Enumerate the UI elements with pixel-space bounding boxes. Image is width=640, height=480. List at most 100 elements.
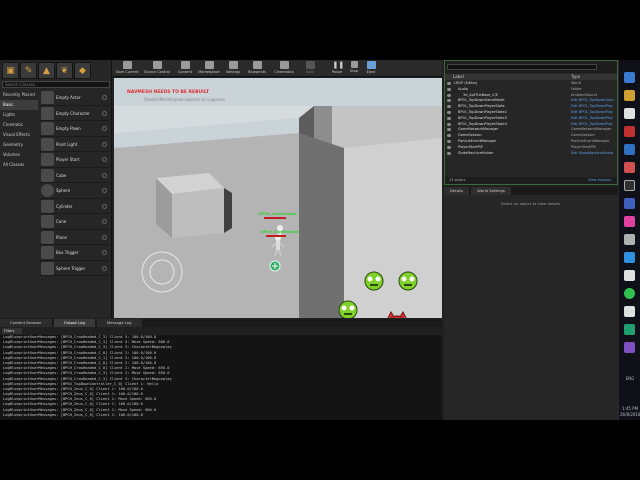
media-icon[interactable] bbox=[624, 162, 635, 173]
visibility-eye-icon[interactable] bbox=[447, 87, 451, 91]
category-item[interactable]: Geometry bbox=[0, 140, 38, 150]
mail-icon[interactable] bbox=[624, 126, 635, 137]
chrome-icon[interactable] bbox=[624, 198, 635, 209]
visibility-eye-icon[interactable] bbox=[447, 111, 451, 114]
build-button[interactable]: Build bbox=[302, 61, 318, 76]
category-item[interactable]: Visual Effects bbox=[0, 130, 38, 140]
pause-button[interactable]: ❚❚ Pause bbox=[330, 61, 344, 76]
visual-studio-icon[interactable] bbox=[624, 342, 635, 353]
cinematics-button[interactable]: Cinematics bbox=[272, 61, 296, 76]
store-icon[interactable] bbox=[624, 108, 635, 119]
tab-message-log[interactable]: Message Log bbox=[96, 319, 142, 327]
tab-output-log[interactable]: Output Log bbox=[53, 319, 95, 327]
info-icon[interactable] bbox=[102, 250, 107, 255]
level-viewport[interactable]: NAVMESH NEEDS TO BE REBUILT Shader/Mesh/… bbox=[114, 78, 442, 318]
document-icon[interactable] bbox=[624, 270, 635, 281]
info-icon[interactable] bbox=[102, 219, 107, 224]
placeable-item[interactable]: Empty Actor bbox=[40, 90, 110, 106]
visibility-eye-icon[interactable] bbox=[447, 145, 451, 149]
class-search-input[interactable]: Search Classes bbox=[2, 81, 110, 88]
content-button[interactable]: Content bbox=[176, 61, 194, 76]
visibility-eye-icon[interactable] bbox=[447, 128, 451, 132]
category-item[interactable]: Basic bbox=[0, 100, 38, 110]
eject-button[interactable]: Eject bbox=[364, 61, 378, 76]
filters-dropdown[interactable]: Filters bbox=[2, 328, 22, 334]
placeable-item[interactable]: Cylinder bbox=[40, 199, 110, 214]
visibility-eye-icon[interactable] bbox=[447, 134, 451, 138]
type-column-header[interactable]: Type bbox=[571, 74, 580, 80]
visibility-eye-icon[interactable] bbox=[447, 93, 451, 97]
visibility-eye-icon[interactable] bbox=[447, 116, 451, 120]
tab-details[interactable]: Details bbox=[444, 187, 470, 195]
sphere-thumbnail-icon bbox=[41, 184, 54, 197]
info-icon[interactable] bbox=[102, 157, 107, 162]
info-icon[interactable] bbox=[102, 265, 107, 271]
placeable-item[interactable]: Box Trigger bbox=[40, 245, 110, 261]
taskbar-clock[interactable]: 1:45 PM bbox=[620, 406, 640, 411]
pawn-thumbnail-icon bbox=[41, 122, 54, 135]
info-icon[interactable] bbox=[102, 172, 107, 178]
source-control-button[interactable]: Source Control bbox=[142, 61, 172, 76]
stop-button[interactable]: Stop bbox=[348, 61, 360, 76]
info-icon[interactable] bbox=[102, 126, 107, 131]
placeable-item[interactable]: Player Start bbox=[40, 152, 110, 168]
taskbar-language[interactable]: ENG bbox=[620, 376, 640, 381]
placeable-item[interactable]: Empty Character bbox=[40, 106, 110, 121]
info-icon[interactable] bbox=[102, 141, 107, 147]
outliner-search-input[interactable] bbox=[447, 64, 597, 70]
info-icon[interactable] bbox=[102, 203, 107, 209]
terminal-icon[interactable] bbox=[624, 180, 635, 191]
settings-icon[interactable] bbox=[624, 234, 635, 245]
blueprint-icon bbox=[252, 61, 262, 69]
placeable-item[interactable]: Empty Pawn bbox=[40, 121, 110, 137]
marketplace-button[interactable]: Marketplace bbox=[196, 61, 222, 76]
placeable-item[interactable]: Point Light bbox=[40, 137, 110, 152]
outlook-icon[interactable] bbox=[624, 252, 635, 263]
category-item[interactable]: All Classes bbox=[0, 160, 38, 170]
category-item[interactable]: Cinematic bbox=[0, 120, 38, 130]
category-item[interactable]: Volumes bbox=[0, 150, 38, 160]
unreal-icon[interactable] bbox=[624, 306, 635, 317]
placeable-item[interactable]: Cube bbox=[40, 168, 110, 183]
spotify-icon[interactable] bbox=[624, 288, 635, 299]
place-mode-icon[interactable]: ▣ bbox=[2, 62, 19, 79]
visibility-eye-icon[interactable] bbox=[447, 99, 451, 103]
label-column-header[interactable]: Label bbox=[453, 74, 464, 80]
placeable-item[interactable]: Sphere Trigger bbox=[40, 261, 110, 276]
visibility-eye-icon[interactable] bbox=[447, 105, 451, 109]
taskbar-date[interactable]: 26/8/2018 bbox=[620, 412, 640, 417]
outliner-row[interactable]: StateMachineHolder Edit StateMachineHolde bbox=[445, 151, 617, 157]
info-icon[interactable] bbox=[102, 110, 107, 116]
foliage-mode-icon[interactable]: ❦ bbox=[56, 62, 73, 79]
app-icon-2[interactable] bbox=[624, 324, 635, 335]
settings-button[interactable]: Settings bbox=[224, 61, 242, 76]
geometry-mode-icon[interactable]: ◆ bbox=[74, 62, 91, 79]
actor-type[interactable]: Edit StateMachineHolde bbox=[571, 151, 613, 157]
emoji-smiley-3 bbox=[338, 300, 358, 318]
app-icon[interactable] bbox=[624, 144, 635, 155]
paint-icon[interactable] bbox=[624, 216, 635, 227]
folder-icon[interactable] bbox=[624, 90, 635, 101]
tab-world-settings[interactable]: World Settings bbox=[471, 187, 511, 195]
visibility-eye-icon[interactable] bbox=[447, 140, 451, 143]
category-item[interactable]: Recently Placed bbox=[0, 90, 38, 100]
category-item[interactable]: Lights bbox=[0, 110, 38, 120]
output-log[interactable]: LogBlueprintUserMessages: [BPCH_CrowHead… bbox=[0, 335, 442, 420]
visibility-eye-icon[interactable] bbox=[447, 122, 451, 126]
info-icon[interactable] bbox=[102, 95, 107, 100]
placeable-item[interactable]: Sphere bbox=[40, 183, 110, 199]
landscape-mode-icon[interactable]: ▲ bbox=[38, 62, 55, 79]
visibility-eye-icon[interactable] bbox=[447, 82, 451, 85]
visibility-eye-icon[interactable] bbox=[447, 151, 451, 155]
view-options-button[interactable]: View Options bbox=[588, 177, 611, 184]
tab-content-browser[interactable]: Content Browser bbox=[0, 319, 52, 327]
placeable-item[interactable]: Plane bbox=[40, 230, 110, 245]
clapper-icon bbox=[279, 61, 289, 69]
save-current-button[interactable]: Save Current bbox=[114, 61, 140, 76]
blueprints-button[interactable]: Blueprints bbox=[246, 61, 268, 76]
browser-icon[interactable] bbox=[624, 72, 635, 83]
placeable-item[interactable]: Cone bbox=[40, 214, 110, 230]
info-icon[interactable] bbox=[102, 234, 107, 240]
info-icon[interactable] bbox=[102, 188, 107, 193]
paint-mode-icon[interactable]: ✎ bbox=[20, 62, 37, 79]
